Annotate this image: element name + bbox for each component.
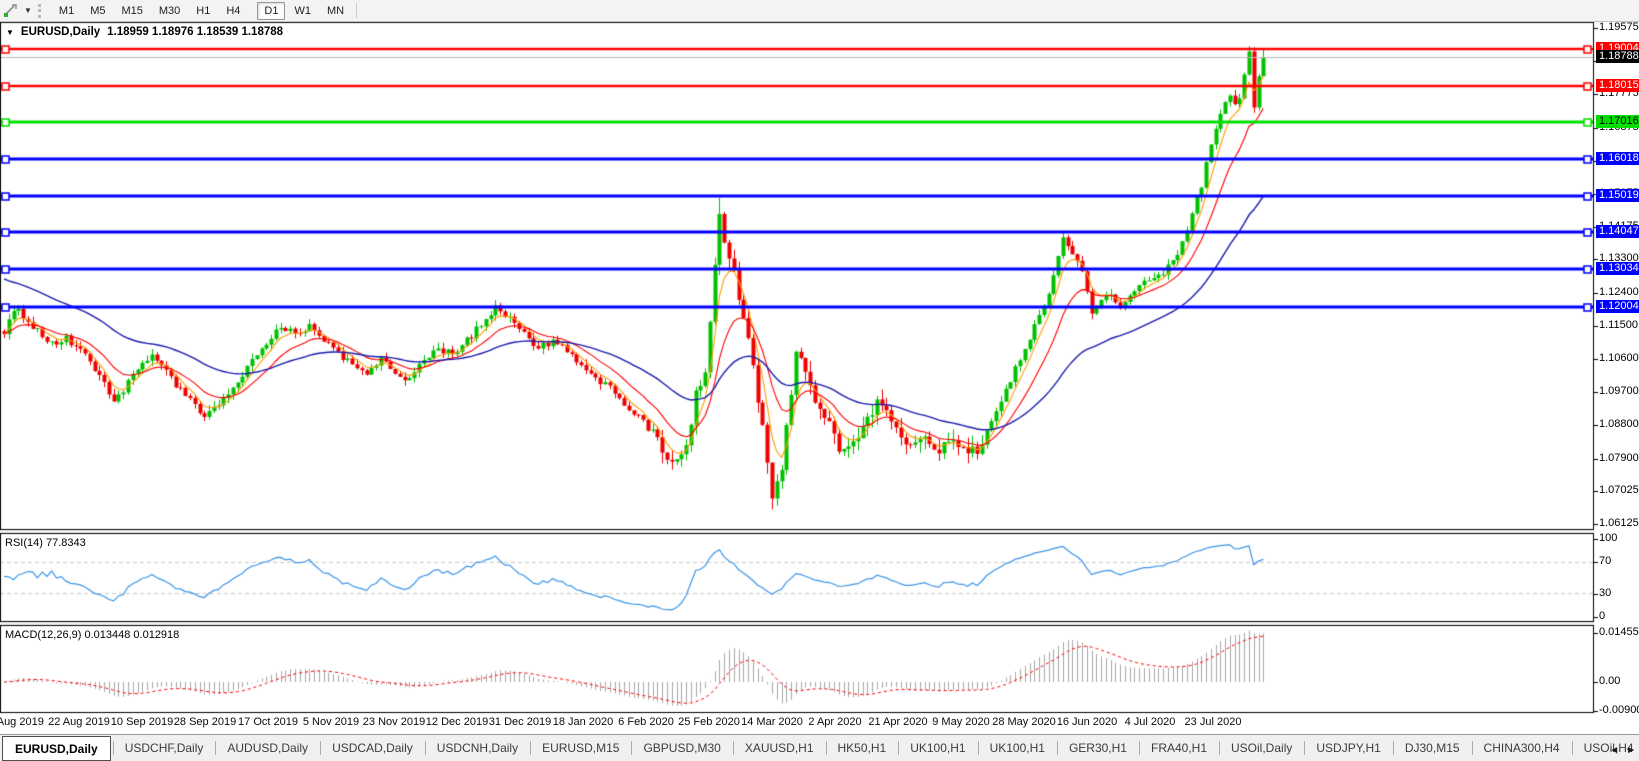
tab-scroll-right-button[interactable]: ► [1626, 745, 1636, 756]
symbol-dropdown-icon[interactable]: ▼ [6, 28, 14, 37]
chart-tab-bar: EURUSD,DailyUSDCHF,DailyAUDUSD,DailyUSDC… [0, 734, 1639, 761]
tab-fra40-h1[interactable]: FRA40,H1 [1139, 735, 1219, 761]
tab-dj30-m15[interactable]: DJ30,M15 [1393, 735, 1472, 761]
tab-uk100-h1[interactable]: UK100,H1 [898, 735, 977, 761]
timeframe-button-w1[interactable]: W1 [287, 2, 318, 20]
timeframe-button-mn[interactable]: MN [320, 2, 351, 20]
tab-usdchf-daily[interactable]: USDCHF,Daily [113, 735, 216, 761]
tab-china300-h4[interactable]: CHINA300,H4 [1472, 735, 1572, 761]
timeframe-button-m15[interactable]: M15 [114, 2, 149, 20]
tab-usdcnh-daily[interactable]: USDCNH,Daily [425, 735, 530, 761]
timeframe-button-m30[interactable]: M30 [152, 2, 187, 20]
trading-platform-window: ▼ M1M5M15M30H1H4D1W1MN ▼ EURUSD,Daily 1.… [0, 0, 1639, 761]
tab-audusd-daily[interactable]: AUDUSD,Daily [215, 735, 320, 761]
tab-ger30-h1[interactable]: GER30,H1 [1057, 735, 1139, 761]
tab-hk50-h1[interactable]: HK50,H1 [826, 735, 899, 761]
tab-usdjpy-h1[interactable]: USDJPY,H1 [1304, 735, 1392, 761]
tab-usdcad-daily[interactable]: USDCAD,Daily [320, 735, 425, 761]
tab-eurusd-m15[interactable]: EURUSD,M15 [530, 735, 631, 761]
timeframe-button-h4[interactable]: H4 [219, 2, 247, 20]
tab-scroll-left-button[interactable]: ◄ [1609, 745, 1619, 756]
toolbar-separator [356, 3, 357, 18]
chart-tool-dropdown-icon[interactable]: ▼ [24, 6, 32, 15]
tab-eurusd-daily[interactable]: EURUSD,Daily [2, 736, 111, 761]
timeframe-button-m5[interactable]: M5 [83, 2, 112, 20]
tab-gbpusd-m30[interactable]: GBPUSD,M30 [631, 735, 732, 761]
timeframe-button-group: M1M5M15M30H1H4 D1W1MN [51, 5, 352, 17]
tab-scroll-arrows: ◄ ► [1609, 745, 1636, 756]
tab-usoil-daily[interactable]: USOil,Daily [1219, 735, 1304, 761]
tab-uk100-h1[interactable]: UK100,H1 [978, 735, 1057, 761]
timeframe-toolbar: ▼ M1M5M15M30H1H4 D1W1MN [0, 0, 1639, 22]
toolbar-grip[interactable] [38, 4, 45, 18]
chart-canvas[interactable] [0, 0, 1639, 761]
timeframe-button-d1[interactable]: D1 [257, 2, 285, 20]
timeframe-button-m1[interactable]: M1 [52, 2, 81, 20]
tab-xauusd-h1[interactable]: XAUUSD,H1 [733, 735, 826, 761]
chart-tool-icon[interactable] [0, 3, 21, 18]
timeframe-button-h1[interactable]: H1 [189, 2, 217, 20]
